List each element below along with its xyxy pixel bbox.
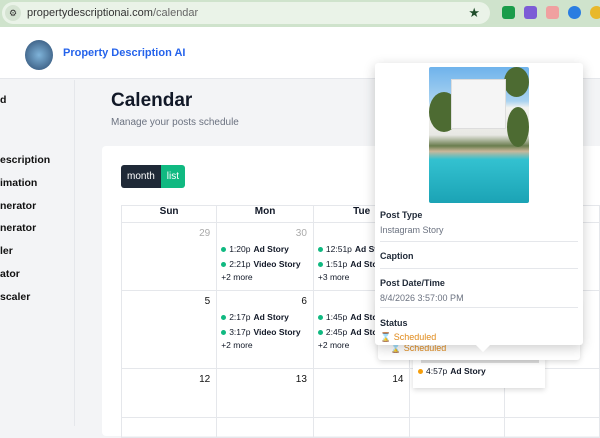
calendar-event[interactable]: 1:20p Ad Story — [221, 244, 313, 254]
weekday-header: Sun — [120, 205, 218, 223]
url-domain: propertydescriptionai.com — [27, 7, 153, 19]
url-path: /calendar — [152, 7, 199, 19]
event-dot-icon — [317, 329, 323, 335]
brand-name[interactable]: Property Description AI — [63, 47, 185, 59]
bookmark-star-icon[interactable]: ★ — [468, 5, 480, 21]
calendar-event[interactable]: 2:21p Video Story — [221, 259, 313, 269]
event-dot-icon — [221, 246, 227, 252]
sidebar-item[interactable]: nerator — [0, 222, 36, 234]
day-number: 12 — [199, 374, 211, 385]
divider — [380, 268, 578, 269]
event-dot-icon — [221, 329, 227, 335]
day-number: 13 — [295, 374, 307, 385]
weekday-header: Mon — [216, 205, 314, 223]
event-dot-icon — [317, 261, 323, 267]
event-dot-icon — [221, 261, 227, 267]
sidebar: d escription imation nerator nerator ler… — [0, 80, 75, 426]
status-value: ⌛ Scheduled — [380, 332, 437, 342]
sidebar-item[interactable]: ler — [0, 245, 13, 257]
sidebar-item[interactable]: imation — [0, 177, 37, 189]
divider — [380, 307, 578, 308]
site-info-icon[interactable]: ⚙ — [5, 5, 21, 21]
day-cell[interactable]: 13 — [216, 368, 314, 418]
month-view-button[interactable]: month — [121, 165, 161, 188]
extension-icon[interactable] — [546, 6, 559, 19]
calendar-event[interactable]: 2:17p Ad Story — [221, 312, 313, 322]
extension-icon[interactable] — [502, 6, 515, 19]
page-subtitle: Manage your posts schedule — [111, 117, 239, 128]
sidebar-item[interactable]: d — [0, 94, 6, 106]
sidebar-item[interactable]: escription — [0, 154, 50, 166]
view-toggle: month list — [121, 165, 186, 188]
post-details-popover: Post Type Instagram Story Caption Post D… — [375, 63, 583, 345]
day-number: 6 — [301, 296, 307, 307]
list-view-button[interactable]: list — [160, 165, 186, 188]
post-type-value: Instagram Story — [380, 225, 444, 235]
divider — [380, 241, 578, 242]
day-cell[interactable]: 14 — [312, 368, 411, 418]
more-events-link[interactable]: +2 more — [221, 340, 313, 350]
post-type-label: Post Type — [380, 210, 423, 220]
browser-bar: ⚙ propertydescriptionai.com/calendar ★ — [0, 0, 600, 27]
hourglass-icon: ⌛ — [380, 332, 392, 342]
day-cell[interactable]: 6 2:17p Ad Story 3:17p Video Story +2 more — [216, 290, 314, 369]
calendar-event[interactable]: 3:17p Video Story — [221, 327, 313, 337]
caption-label: Caption — [380, 251, 414, 261]
page-title: Calendar — [111, 90, 193, 111]
extension-icon[interactable] — [568, 6, 581, 19]
datetime-value: 8/4/2026 3:57:00 PM — [380, 293, 464, 303]
sidebar-item[interactable]: ator — [0, 268, 20, 280]
extension-icon[interactable] — [524, 6, 537, 19]
day-number: 14 — [392, 374, 404, 385]
more-events-link[interactable]: +2 more — [221, 272, 313, 282]
extension-icon[interactable] — [590, 6, 600, 19]
address-bar[interactable]: ⚙ propertydescriptionai.com/calendar ★ — [2, 2, 490, 24]
brand-logo[interactable] — [25, 40, 53, 70]
day-number: 29 — [199, 228, 211, 239]
day-cell[interactable]: 5 — [120, 290, 218, 369]
sidebar-item[interactable]: scaler — [0, 291, 30, 303]
event-dot-icon — [418, 368, 423, 374]
event-dot-icon — [317, 314, 323, 320]
sidebar-item[interactable]: nerator — [0, 200, 36, 212]
post-image — [429, 67, 529, 203]
event-dot-icon — [317, 246, 323, 252]
day-cell[interactable]: 30 1:20p Ad Story 2:21p Video Story +2 mor… — [216, 222, 314, 291]
day-cell[interactable]: 29 — [120, 222, 218, 291]
house-illustration — [451, 79, 506, 129]
calendar-event[interactable]: 4:57p Ad Story — [418, 366, 486, 376]
datetime-label: Post Date/Time — [380, 278, 445, 288]
day-number: 30 — [295, 228, 307, 239]
day-number: 5 — [204, 296, 211, 307]
event-dot-icon — [221, 314, 227, 320]
day-cell[interactable]: 12 — [120, 368, 218, 418]
status-label: Status — [380, 318, 408, 328]
